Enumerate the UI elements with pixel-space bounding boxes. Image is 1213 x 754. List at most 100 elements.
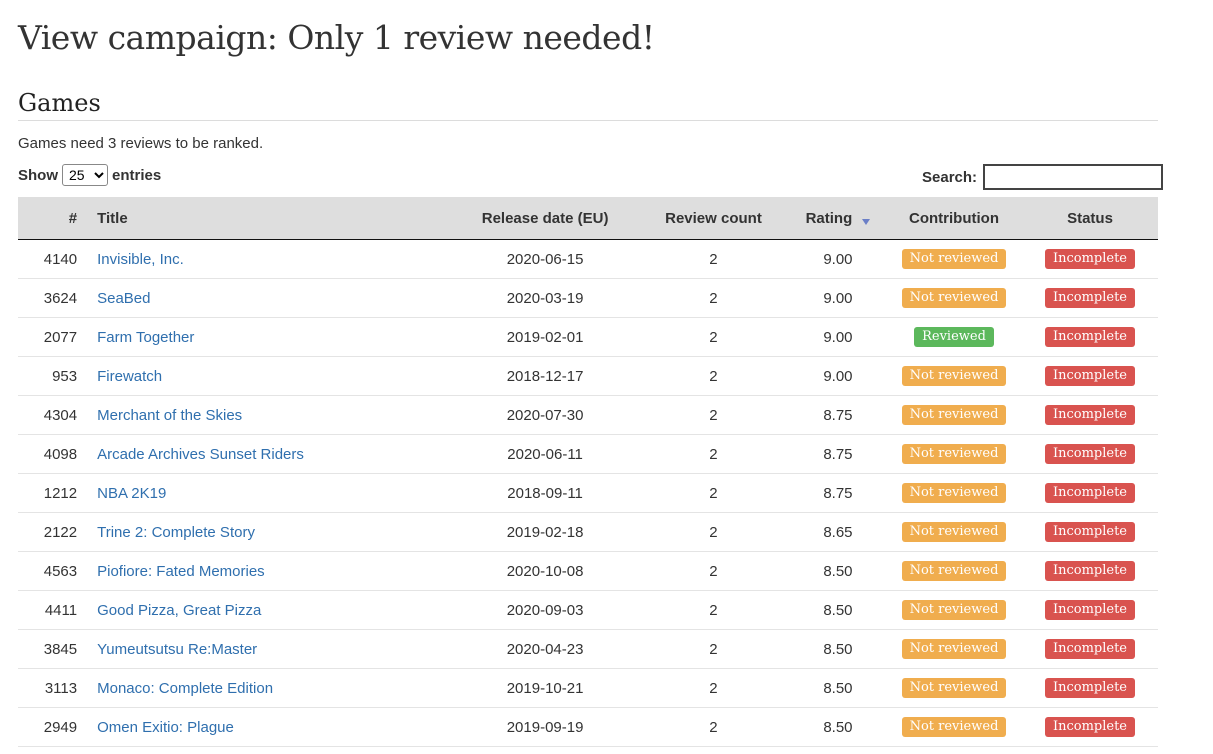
search-control: Search: (922, 164, 1164, 190)
game-title-cell: Arcade Archives Sunset Riders (89, 434, 454, 474)
search-input[interactable] (983, 164, 1164, 190)
status-badge: Incomplete (1044, 249, 1136, 269)
rating: 8.50 (789, 590, 887, 630)
game-title-link[interactable]: NBA 2K19 (97, 485, 166, 502)
contribution-cell: Not reviewed (886, 551, 1022, 591)
release-date: 2018-12-17 (453, 356, 638, 396)
header-status[interactable]: Status (1021, 197, 1158, 240)
status-cell: Incomplete (1021, 590, 1158, 630)
status-cell: Incomplete (1021, 473, 1158, 513)
game-number: 4411 (18, 590, 90, 630)
status-badge: Incomplete (1044, 288, 1136, 308)
game-title-cell: Yumeutsutsu Re:Master (89, 629, 454, 669)
games-table: # Title Release date (EU) Review count R… (18, 197, 1158, 747)
rating: 9.00 (789, 278, 887, 318)
status-cell: Incomplete (1021, 512, 1158, 552)
game-title-link[interactable]: Good Pizza, Great Pizza (97, 602, 261, 619)
game-number: 2122 (18, 512, 90, 552)
game-title-cell: Firewatch (89, 356, 454, 396)
status-cell: Incomplete (1021, 668, 1158, 708)
game-title-link[interactable]: Piofiore: Fated Memories (97, 563, 265, 580)
header-num[interactable]: # (18, 197, 90, 240)
games-table-body: 4140 Invisible, Inc. 2020-06-15 2 9.00 Not re… (18, 239, 1158, 747)
contribution-badge: Not reviewed (901, 600, 1007, 620)
status-cell: Incomplete (1021, 278, 1158, 318)
status-badge: Incomplete (1044, 366, 1136, 386)
review-count: 2 (637, 395, 790, 435)
rating: 8.50 (789, 629, 887, 669)
table-row: 2077 Farm Together 2019-02-01 2 9.00 Reviewed… (18, 317, 1158, 357)
contribution-badge: Not reviewed (901, 444, 1007, 464)
header-title[interactable]: Title (89, 197, 454, 240)
status-badge: Incomplete (1044, 639, 1136, 659)
status-cell: Incomplete (1021, 434, 1158, 474)
game-title-link[interactable]: Monaco: Complete Edition (97, 680, 273, 697)
status-badge: Incomplete (1044, 444, 1136, 464)
contribution-cell: Not reviewed (886, 239, 1022, 279)
status-cell: Incomplete (1021, 356, 1158, 396)
contribution-badge: Not reviewed (901, 678, 1007, 698)
status-cell: Incomplete (1021, 317, 1158, 357)
status-cell: Incomplete (1021, 629, 1158, 669)
table-row: 2949 Omen Exitio: Plague 2019-09-19 2 8.50 No… (18, 707, 1158, 747)
game-title-link[interactable]: Yumeutsutsu Re:Master (97, 641, 257, 658)
table-header-row: # Title Release date (EU) Review count R… (18, 197, 1158, 240)
page-title: View campaign: Only 1 review needed! (18, 18, 655, 57)
game-title-cell: Trine 2: Complete Story (89, 512, 454, 552)
game-title-link[interactable]: Firewatch (97, 368, 162, 385)
entries-select[interactable]: 25 (62, 164, 108, 186)
game-title-link[interactable]: Omen Exitio: Plague (97, 719, 234, 736)
game-number: 3113 (18, 668, 90, 708)
game-number: 4140 (18, 239, 90, 279)
review-count: 2 (637, 278, 790, 318)
header-rating[interactable]: Rating (789, 197, 887, 240)
rating: 9.00 (789, 356, 887, 396)
game-number: 2949 (18, 707, 90, 747)
game-title-cell: Farm Together (89, 317, 454, 357)
release-date: 2020-10-08 (453, 551, 638, 591)
game-title-link[interactable]: Trine 2: Complete Story (97, 524, 255, 541)
contribution-badge: Not reviewed (901, 366, 1007, 386)
header-release-date[interactable]: Release date (EU) (453, 197, 638, 240)
release-date: 2020-07-30 (453, 395, 638, 435)
contribution-cell: Not reviewed (886, 707, 1022, 747)
contribution-badge: Not reviewed (901, 561, 1007, 581)
campaign-page: View campaign: Only 1 review needed! Gam… (0, 0, 1213, 754)
header-review-count[interactable]: Review count (637, 197, 790, 240)
table-row: 953 Firewatch 2018-12-17 2 9.00 Not reviewed I… (18, 356, 1158, 396)
status-badge: Incomplete (1044, 600, 1136, 620)
game-title-cell: Monaco: Complete Edition (89, 668, 454, 708)
contribution-badge: Reviewed (914, 327, 994, 347)
game-title-cell: NBA 2K19 (89, 473, 454, 513)
review-count: 2 (637, 434, 790, 474)
game-title-link[interactable]: Merchant of the Skies (97, 407, 242, 424)
contribution-badge: Not reviewed (901, 522, 1007, 542)
review-count: 2 (637, 239, 790, 279)
game-title-cell: Invisible, Inc. (89, 239, 454, 279)
game-title-cell: Piofiore: Fated Memories (89, 551, 454, 591)
status-badge: Incomplete (1044, 561, 1136, 581)
sort-descending-icon (862, 218, 871, 225)
contribution-cell: Not reviewed (886, 512, 1022, 552)
release-date: 2019-02-18 (453, 512, 638, 552)
game-title-cell: Omen Exitio: Plague (89, 707, 454, 747)
release-date: 2020-04-23 (453, 629, 638, 669)
game-title-link[interactable]: Invisible, Inc. (97, 251, 184, 268)
game-number: 1212 (18, 473, 90, 513)
status-badge: Incomplete (1044, 522, 1136, 542)
status-cell: Incomplete (1021, 395, 1158, 435)
review-count: 2 (637, 473, 790, 513)
contribution-badge: Not reviewed (901, 639, 1007, 659)
table-row: 4098 Arcade Archives Sunset Riders 2020-06… (18, 434, 1158, 474)
rating: 8.50 (789, 668, 887, 708)
game-title-link[interactable]: Farm Together (97, 329, 194, 346)
contribution-badge: Not reviewed (901, 288, 1007, 308)
contribution-badge: Not reviewed (901, 249, 1007, 269)
header-contribution[interactable]: Contribution (886, 197, 1022, 240)
rating: 8.75 (789, 395, 887, 435)
game-title-link[interactable]: SeaBed (97, 290, 150, 307)
table-row: 4411 Good Pizza, Great Pizza 2020-09-03 2 8.… (18, 590, 1158, 630)
rating: 9.00 (789, 317, 887, 357)
contribution-cell: Not reviewed (886, 356, 1022, 396)
game-title-link[interactable]: Arcade Archives Sunset Riders (97, 446, 304, 463)
